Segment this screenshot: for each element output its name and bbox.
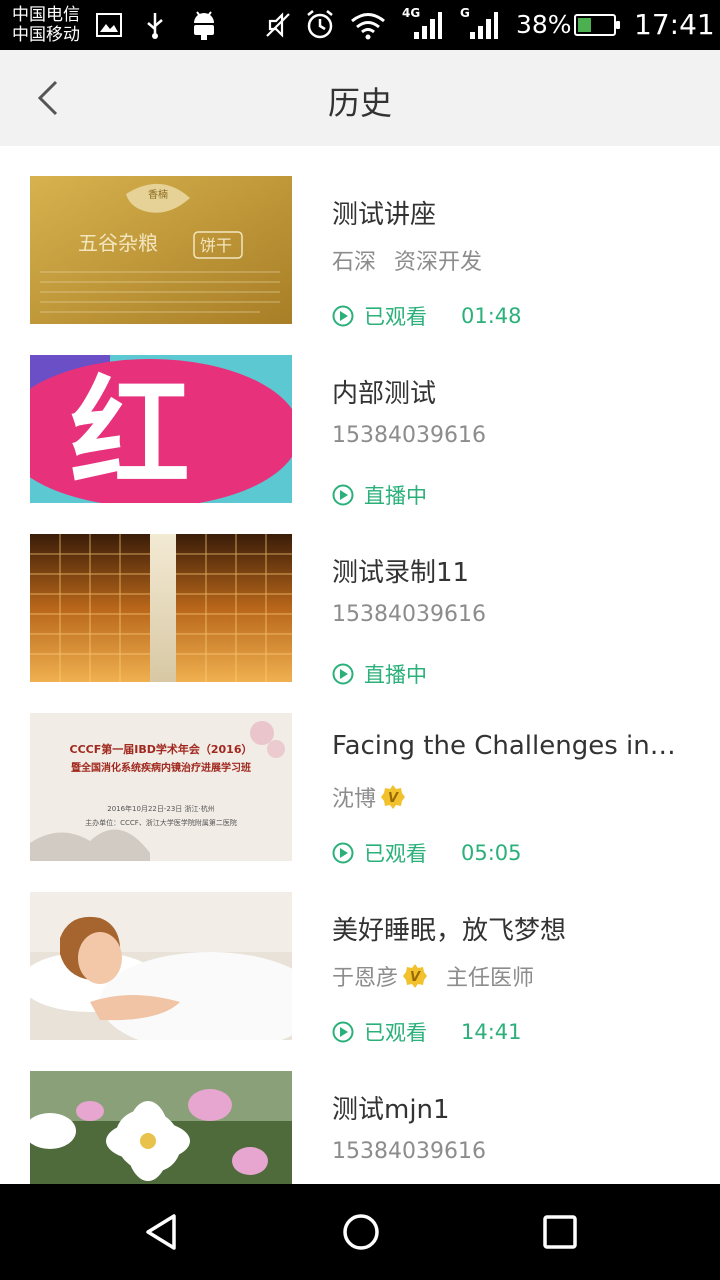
conf-title-1: CCCF第一届IBD学术年会（2016） [70, 742, 253, 756]
list-item[interactable]: 测试录制11 15384039616 直播中 [0, 504, 720, 687]
item-info: 测试录制11 15384039616 直播中 [332, 504, 692, 687]
conf-date: 2016年10月22日-23日 浙江·杭州 [107, 804, 215, 813]
item-info: 测试讲座 石深 资深开发 已观看 01:48 [332, 146, 692, 329]
verified-v-icon: V [381, 785, 406, 809]
item-title: 测试录制11 [332, 558, 470, 588]
lecturer-name: 15384039616 [332, 423, 486, 448]
svg-text:V: V [410, 970, 421, 985]
thumb-brand-text: 五谷杂粮 [78, 231, 158, 255]
play-circle-icon [332, 305, 354, 327]
lecturer-name: 沈博 [332, 787, 377, 812]
item-info: 测试mjn1 15384039616 [332, 1041, 692, 1184]
page-title: 历史 [327, 84, 392, 122]
item-title: Facing the Challenges in C... [332, 731, 682, 761]
verified-v-icon: V [403, 964, 428, 988]
list-item[interactable]: 美好睡眠，放飞梦想 于恩彦 V 主任医师 已观看 14:41 [0, 862, 720, 1045]
thumbnail-image: CCCF第一届IBD学术年会（2016） 暨全国消化系统疾病内镜治疗进展学习班 … [30, 713, 292, 861]
thumbnail-image: 红 [30, 355, 292, 503]
item-subtitle: 石深 资深开发 [332, 244, 482, 276]
battery-fill [578, 18, 591, 32]
wifi-icon [351, 13, 385, 40]
play-circle-icon [332, 1021, 354, 1043]
item-info: 美好睡眠，放飞梦想 于恩彦 V 主任医师 已观看 14:41 [332, 862, 692, 1045]
carrier-2: 中国移动 [12, 25, 80, 45]
thumbnail-image [30, 1071, 292, 1184]
thumbnail-image [30, 892, 292, 1040]
image-icon [96, 13, 122, 37]
list-item[interactable]: 香楠 五谷杂粮 饼干 测试讲座 石深 资深开发 已观看 01:48 [0, 146, 720, 329]
thumb-red-text: 红 [70, 365, 190, 503]
list-item[interactable]: CCCF第一届IBD学术年会（2016） 暨全国消化系统疾病内镜治疗进展学习班 … [0, 683, 720, 866]
thumbnail-image: 香楠 五谷杂粮 饼干 [30, 176, 292, 324]
nav-back-icon[interactable] [142, 1212, 182, 1252]
battery-icon [574, 14, 620, 36]
play-circle-icon [332, 663, 354, 685]
lecturer-name: 15384039616 [332, 602, 486, 627]
lecturer-name: 于恩彦 [332, 966, 399, 991]
battery-percent: 38% [516, 10, 572, 39]
signal-icon-2 [470, 12, 498, 39]
item-subtitle: 15384039616 [332, 1139, 486, 1164]
list-item[interactable]: 测试mjn1 15384039616 [0, 1041, 720, 1184]
mute-icon [266, 12, 290, 38]
lecturer-title: 主任医师 [446, 966, 535, 991]
item-title: 测试讲座 [332, 200, 437, 230]
lecturer-name: 石深 [332, 250, 377, 275]
history-list[interactable]: 香楠 五谷杂粮 饼干 测试讲座 石深 资深开发 已观看 01:48 红 内部测试… [0, 146, 720, 1184]
clock: 17:41 [634, 8, 715, 41]
item-subtitle: 于恩彦 V 主任医师 [332, 960, 534, 992]
item-title: 美好睡眠，放飞梦想 [332, 916, 567, 946]
item-subtitle: 沈博 V [332, 781, 406, 813]
item-title: 内部测试 [332, 379, 437, 409]
usb-icon [147, 13, 163, 39]
conf-host: 主办单位：CCCF、浙江大学医学院附属第二医院 [85, 818, 237, 827]
thumbnail-image [30, 534, 292, 682]
nav-home-icon[interactable] [341, 1212, 381, 1252]
conf-title-2: 暨全国消化系统疾病内镜治疗进展学习班 [71, 761, 251, 774]
play-circle-icon [332, 484, 354, 506]
signal-icon [414, 12, 442, 39]
android-icon [194, 11, 214, 40]
status-bar: 中国电信 中国移动 4G G 38% 17:41 [0, 0, 720, 50]
system-nav-bar [0, 1184, 720, 1280]
alarm-icon [307, 10, 333, 39]
nav-recents-icon[interactable] [540, 1212, 580, 1252]
thumb-tag-text: 饼干 [200, 236, 232, 255]
item-info: 内部测试 15384039616 直播中 [332, 325, 692, 508]
lecturer-name: 15384039616 [332, 1139, 486, 1164]
thumb-leaf-text: 香楠 [148, 188, 168, 201]
item-title: 测试mjn1 [332, 1095, 450, 1125]
app-header: 历史 [0, 50, 720, 146]
play-circle-icon [332, 842, 354, 864]
item-subtitle: 15384039616 [332, 423, 486, 448]
item-subtitle: 15384039616 [332, 602, 486, 627]
carrier-1: 中国电信 [12, 5, 80, 25]
carrier-labels: 中国电信 中国移动 [12, 5, 80, 45]
item-info: Facing the Challenges in C... 沈博 V 已观看 0… [332, 683, 692, 866]
lecturer-title: 资深开发 [394, 250, 483, 275]
list-item[interactable]: 红 内部测试 15384039616 直播中 [0, 325, 720, 508]
svg-text:V: V [388, 791, 399, 806]
